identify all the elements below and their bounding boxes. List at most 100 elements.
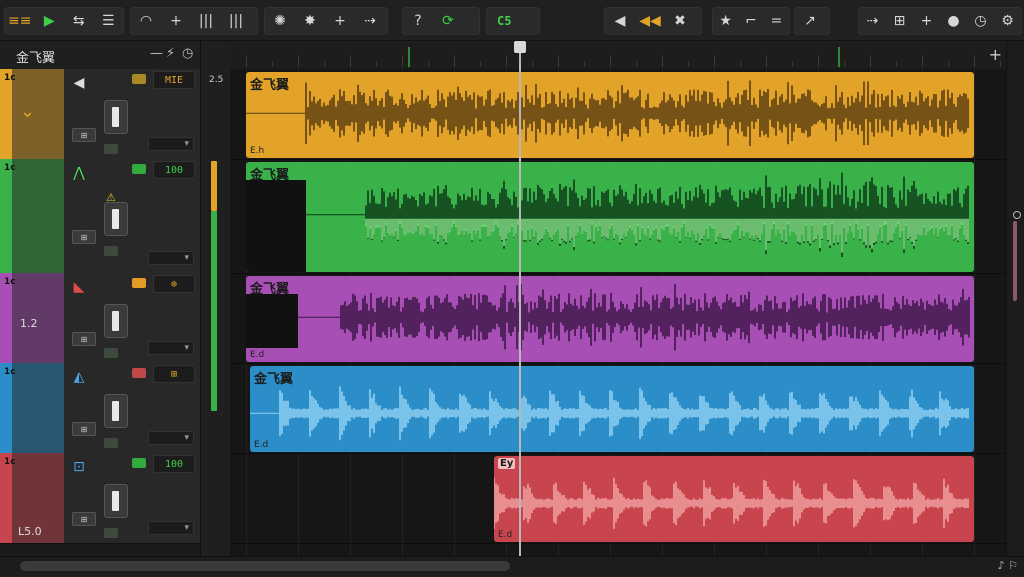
gear-icon[interactable]: ⚙ <box>994 8 1021 34</box>
track-small-button[interactable]: ⊞ <box>72 128 96 142</box>
signal-icon[interactable]: ◠ <box>131 8 161 34</box>
track-type-icon[interactable]: ◭ <box>70 369 88 385</box>
fx-arrow-icon[interactable]: ⇢ <box>859 8 886 34</box>
track-volume-value[interactable]: 100 <box>153 161 195 179</box>
ruler-tick <box>610 55 611 67</box>
track-monitor-button[interactable] <box>104 438 118 448</box>
close-icon[interactable]: ✖ <box>665 8 695 34</box>
track-type-icon[interactable]: ⋀ <box>70 165 88 181</box>
menu-icon[interactable]: ≡≡ <box>5 8 35 34</box>
track-volume-value[interactable]: ⊞ <box>153 365 195 383</box>
scroll-knob-icon[interactable] <box>1013 211 1021 219</box>
lane-separator <box>230 543 1006 544</box>
sync-icon[interactable]: ⟳ <box>433 8 463 34</box>
track-header[interactable]: 1c ⋀ 100 ⊞ ▾ ⚠ <box>0 159 200 274</box>
tracks-panel-header: 金飞翼 — ⚡ ◷ <box>0 41 200 70</box>
audio-clip[interactable]: 金飞翼 E.d <box>250 366 974 452</box>
track-small-button[interactable]: ⊞ <box>72 230 96 244</box>
lane-separator <box>230 159 1006 160</box>
mixer-icon[interactable]: ☰ <box>94 8 124 34</box>
bolt-icon[interactable]: ⚡ <box>166 46 175 61</box>
play-icon[interactable]: ▶ <box>35 8 65 34</box>
track-fader[interactable] <box>104 484 128 518</box>
track-type-icon[interactable]: ◣ <box>70 279 88 295</box>
dash-icon[interactable]: — <box>150 46 163 61</box>
track-pan-knob[interactable]: ▾ <box>148 137 194 151</box>
track-small-button[interactable]: ⊞ <box>72 332 96 346</box>
rewind-icon[interactable]: ◀ <box>605 8 635 34</box>
track-mute-chip[interactable] <box>132 74 146 84</box>
vertical-scrollbar[interactable] <box>1013 221 1017 301</box>
track-fader[interactable] <box>104 202 128 236</box>
track-pan-knob[interactable]: ▾ <box>148 431 194 445</box>
track-pan-knob[interactable]: ▾ <box>148 521 194 535</box>
track-fader[interactable] <box>104 100 128 134</box>
bars-icon[interactable]: ||| <box>191 8 221 34</box>
horizontal-scrollbar[interactable] <box>20 561 510 571</box>
plus-icon[interactable]: + <box>325 8 355 34</box>
grid-icon[interactable]: ⊞ <box>886 8 913 34</box>
fast-forward-icon[interactable]: ◀◀ <box>635 8 665 34</box>
tempo-curve-icon[interactable]: ↗ <box>795 8 825 34</box>
track-small-button[interactable]: ⊞ <box>72 512 96 526</box>
track-fader[interactable] <box>104 394 128 428</box>
track-pan-knob[interactable]: ▾ <box>148 341 194 355</box>
audio-clip[interactable]: Ey E.d <box>494 456 974 542</box>
ruler-tick <box>688 61 689 67</box>
project-name[interactable]: 金飞翼 <box>16 47 55 66</box>
bars-alt-icon[interactable]: ||| <box>221 8 251 34</box>
track-monitor-button[interactable] <box>104 348 118 358</box>
track-fader[interactable] <box>104 304 128 338</box>
timeline-ruler[interactable]: + <box>230 41 1006 70</box>
audio-clip[interactable]: 金飞翼 E.h <box>246 72 974 158</box>
key-label[interactable]: C5 <box>487 8 521 34</box>
vertical-scroll-gutter[interactable] <box>1006 41 1024 556</box>
track-monitor-button[interactable] <box>104 144 118 154</box>
ruler-marker[interactable] <box>408 47 410 67</box>
track-header[interactable]: 1c ⊡ 100 ⊞ ▾ L5.0 <box>0 453 200 544</box>
track-number: 1c <box>4 73 16 83</box>
track-mute-chip[interactable] <box>132 164 146 174</box>
settings-burst-icon[interactable]: ✺ <box>265 8 295 34</box>
track-monitor-button[interactable] <box>104 528 118 538</box>
track-volume-value[interactable]: ⊕ <box>153 275 195 293</box>
mic-icon[interactable]: ● <box>940 8 967 34</box>
track-monitor-button[interactable] <box>104 246 118 256</box>
add-track-icon[interactable]: + <box>913 8 940 34</box>
track-type-icon[interactable]: ⊡ <box>70 459 88 475</box>
track-mute-chip[interactable] <box>132 278 146 288</box>
cut-icon[interactable]: ⌐ <box>738 8 763 34</box>
clock-icon[interactable]: ◷ <box>967 8 994 34</box>
ruler-tick <box>844 61 845 67</box>
ruler-tick <box>792 61 793 67</box>
burst-icon[interactable]: ✸ <box>295 8 325 34</box>
arrangement-area[interactable]: 金飞翼 E.h 金飞翼 金飞翼 E.d 金飞翼 E.d Ey E.d <box>230 69 1006 556</box>
track-header[interactable]: 1c ◣ ⊕ ⊞ ▾ 1.2 <box>0 273 200 364</box>
track-small-button[interactable]: ⊞ <box>72 422 96 436</box>
track-volume-value[interactable]: 100 <box>153 455 195 473</box>
track-mute-chip[interactable] <box>132 458 146 468</box>
audio-clip[interactable]: 金飞翼 E.d <box>246 276 974 362</box>
add-icon[interactable]: + <box>161 8 191 34</box>
track-volume-value[interactable]: MIE <box>153 71 195 89</box>
ruler-marker[interactable] <box>838 47 840 67</box>
playhead[interactable] <box>519 41 521 556</box>
ruler-tick <box>480 61 481 67</box>
playhead-handle[interactable] <box>514 41 526 53</box>
track-header[interactable]: 1c ◭ ⊞ ⊞ ▾ <box>0 363 200 454</box>
track-type-icon[interactable]: ◀ <box>70 75 88 91</box>
audio-clip[interactable]: 金飞翼 <box>246 162 974 272</box>
track-extra-label: ⌄ <box>20 101 36 122</box>
track-mute-chip[interactable] <box>132 368 146 378</box>
track-header[interactable]: 1c ◀ MIE ⊞ ▾ ⌄ <box>0 69 200 160</box>
metronome-icon[interactable]: ? <box>403 8 433 34</box>
bottom-right-icons[interactable]: ♪ ⚐ <box>998 559 1018 572</box>
ruler-tick <box>298 55 299 67</box>
star-icon[interactable]: ★ <box>713 8 738 34</box>
track-pan-knob[interactable]: ▾ <box>148 251 194 265</box>
arrows-icon[interactable]: ⇢ <box>355 8 385 34</box>
history-icon[interactable]: ◷ <box>182 46 193 61</box>
equals-icon[interactable]: = <box>764 8 789 34</box>
track-color-band <box>12 159 64 273</box>
loop-icon[interactable]: ⇆ <box>64 8 94 34</box>
